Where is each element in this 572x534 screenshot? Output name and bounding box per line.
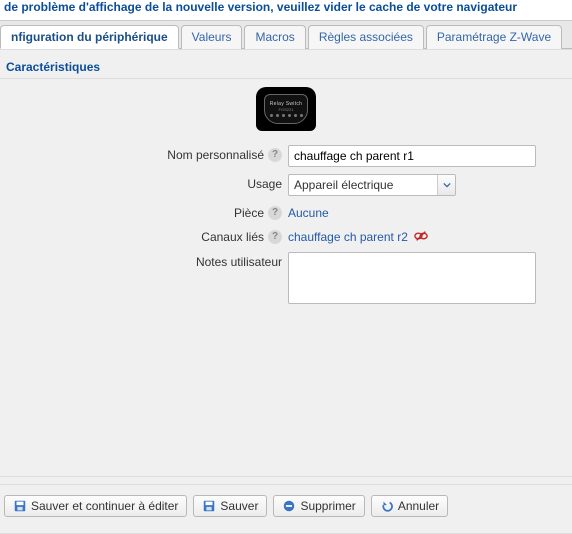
- delete-button[interactable]: Supprimer: [273, 495, 364, 517]
- section-characteristics-label: Caractéristiques: [6, 60, 100, 74]
- usage-select-value: Appareil électrique: [289, 175, 437, 195]
- save-and-continue-button[interactable]: Sauver et continuer à éditer: [4, 495, 187, 517]
- custom-name-input[interactable]: [288, 145, 536, 167]
- label-room: Pièce: [234, 206, 264, 220]
- row-linked-channels: Canaux liés ? chauffage ch parent r2: [8, 227, 564, 245]
- linked-channel-link[interactable]: chauffage ch parent r2: [288, 230, 408, 244]
- tab-zwave-config[interactable]: Paramétrage Z-Wave: [426, 25, 562, 49]
- form-area: Nom personnalisé ? Usage Appareil électr…: [0, 141, 572, 326]
- label-user-notes: Notes utilisateur: [196, 255, 282, 269]
- tab-macros[interactable]: Macros: [244, 25, 305, 49]
- user-notes-input[interactable]: [288, 252, 536, 304]
- cancel-button[interactable]: Annuler: [371, 495, 448, 517]
- device-image: Relay Switch FGS221: [0, 79, 572, 141]
- room-link[interactable]: Aucune: [288, 206, 329, 220]
- label-linked-channels: Canaux liés: [201, 230, 264, 244]
- row-room: Pièce ? Aucune: [8, 203, 564, 220]
- save-icon: [202, 499, 216, 513]
- tab-strip: nfiguration du périphérique Valeurs Macr…: [0, 21, 572, 49]
- label-custom-name: Nom personnalisé: [167, 148, 264, 162]
- device-icon: Relay Switch FGS221: [256, 87, 316, 131]
- tab-values[interactable]: Valeurs: [181, 25, 243, 49]
- label-usage: Usage: [247, 177, 282, 191]
- undo-icon: [380, 499, 394, 513]
- tab-device-config[interactable]: nfiguration du périphérique: [0, 25, 179, 49]
- unlink-icon[interactable]: [414, 230, 428, 245]
- section-characteristics: Caractéristiques: [0, 54, 572, 79]
- row-usage: Usage Appareil électrique: [8, 174, 564, 196]
- content-area: Caractéristiques Relay Switch FGS221 Nom…: [0, 49, 572, 494]
- save-icon: [13, 499, 27, 513]
- usage-select[interactable]: Appareil électrique: [288, 174, 456, 196]
- row-user-notes: Notes utilisateur: [8, 252, 564, 307]
- button-bar: Sauver et continuer à éditer Sauver Supp…: [0, 484, 572, 527]
- top-notice: de problème d'affichage de la nouvelle v…: [0, 0, 572, 21]
- device-text2: FGS221: [279, 107, 294, 112]
- row-custom-name: Nom personnalisé ?: [8, 145, 564, 167]
- help-icon[interactable]: ?: [268, 230, 282, 244]
- save-button[interactable]: Sauver: [193, 495, 267, 517]
- chevron-down-icon[interactable]: [437, 175, 455, 195]
- minus-circle-icon: [282, 499, 296, 513]
- help-icon[interactable]: ?: [268, 148, 282, 162]
- help-icon[interactable]: ?: [268, 206, 282, 220]
- tab-rules[interactable]: Règles associées: [308, 25, 424, 49]
